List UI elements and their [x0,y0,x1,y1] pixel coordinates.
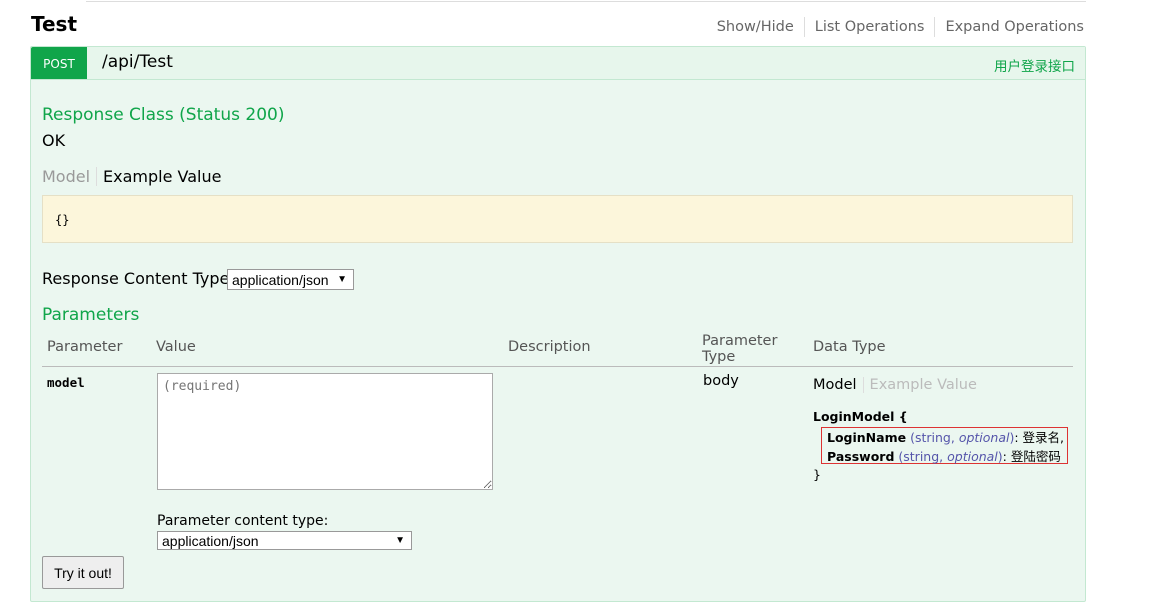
example-value-code: {} [55,213,70,227]
chevron-down-icon: ▼ [395,535,405,546]
example-value-snippet[interactable]: {} [42,195,1073,243]
model-name: LoginModel { [813,409,908,424]
col-description: Description [508,339,591,355]
http-method-badge[interactable]: POST [31,47,87,79]
param-value-textarea[interactable] [157,373,493,490]
chevron-down-icon: ▼ [337,274,347,285]
table-header-divider [42,366,1073,367]
prop-optional: optional [947,449,998,464]
col-parameter: Parameter [47,339,123,355]
prop-name: Password [827,449,895,464]
param-type-value: body [703,373,739,389]
col-data-type: Data Type [813,339,886,355]
datatype-model-tab[interactable]: Model [813,377,864,393]
prop-optional: optional [958,430,1010,445]
param-name: model [47,375,85,390]
show-hide-link[interactable]: Show/Hide [707,17,804,37]
list-operations-link[interactable]: List Operations [803,17,935,37]
prop-desc: : 登录名, [1014,430,1065,445]
operation-heading[interactable]: POST /api/Test 用户登录接口 [31,47,1085,80]
response-class-heading: Response Class (Status 200) [42,105,285,125]
response-content-type-value: application/json [232,272,329,288]
param-content-type-label: Parameter content type: [157,513,329,529]
response-content-type-label: Response Content Type [42,269,230,288]
prop-password: Password (string, optional): 登陆密码 [827,449,1061,464]
top-divider [86,1,1086,2]
model-close: } [813,467,821,482]
model-tab[interactable]: Model [42,167,98,186]
col-parameter-type: Parameter Type [702,333,778,365]
resource-links: Show/Hide List Operations Expand Operati… [707,17,1084,37]
model-signature: LoginModel { [813,407,908,426]
param-content-type-value: application/json [162,533,259,549]
response-content-type-select[interactable]: application/json ▼ [227,269,354,290]
datatype-example-tab[interactable]: Example Value [864,377,977,393]
prop-desc: : 登陆密码 [1002,449,1061,464]
resource-title[interactable]: Test [31,12,77,36]
response-class-value: OK [42,131,66,150]
prop-type: string [914,430,951,445]
datatype-signature-tabs: Model Example Value [813,377,977,393]
example-value-tab[interactable]: Example Value [97,167,221,186]
prop-name: LoginName [827,430,907,445]
operation-summary[interactable]: 用户登录接口 [994,55,1075,75]
operation-path[interactable]: /api/Test [102,52,173,72]
prop-loginname: LoginName (string, optional): 登录名, [827,430,1065,445]
prop-type: string [903,449,940,464]
parameters-heading: Parameters [42,305,140,325]
operation-panel: POST /api/Test 用户登录接口 Response Class (St… [30,46,1086,602]
expand-operations-link[interactable]: Expand Operations [934,17,1084,37]
response-signature-tabs: Model Example Value [42,167,221,186]
col-value: Value [156,339,196,355]
param-content-type-select[interactable]: application/json ▼ [157,531,412,550]
try-it-out-button[interactable]: Try it out! [42,556,124,589]
